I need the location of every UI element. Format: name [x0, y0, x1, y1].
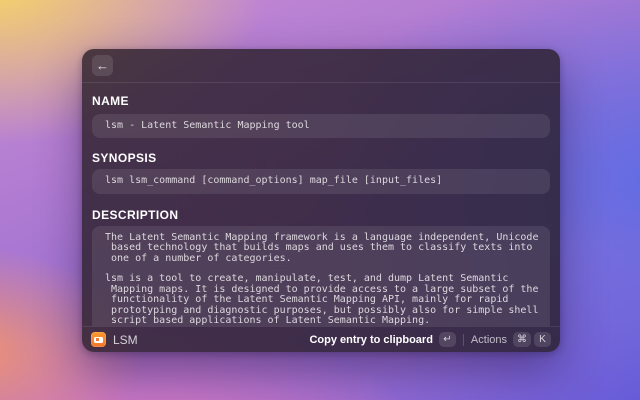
section-heading-name: NAME	[92, 94, 550, 108]
k-key-badge: K	[534, 332, 551, 347]
desktop-background: { "window": { "back_icon": "←", "section…	[0, 0, 640, 400]
back-button[interactable]: ←	[92, 55, 113, 76]
man-page-glyph-icon	[94, 337, 103, 343]
enter-key-badge: ↵	[439, 332, 456, 347]
section-heading-description: DESCRIPTION	[92, 208, 550, 222]
code-block-synopsis: lsm lsm_command [command_options] map_fi…	[92, 169, 550, 193]
copy-entry-button[interactable]: Copy entry to clipboard ↵	[309, 332, 455, 347]
code-block-name: lsm - Latent Semantic Mapping tool	[92, 114, 550, 138]
footer-divider	[463, 334, 464, 346]
actions-shortcut: ⌘ K	[513, 332, 551, 347]
actions-label: Actions	[471, 334, 507, 346]
window-footer: LSM Copy entry to clipboard ↵ Actions ⌘ …	[82, 326, 560, 352]
command-key-badge: ⌘	[513, 332, 531, 347]
footer-actions: Copy entry to clipboard ↵ Actions ⌘ K	[309, 332, 551, 347]
actions-button[interactable]: Actions ⌘ K	[471, 332, 551, 347]
lsm-app-icon	[91, 332, 106, 347]
window-header: ←	[82, 49, 560, 83]
man-page-viewer-window: ← NAME lsm - Latent Semantic Mapping too…	[82, 49, 560, 352]
code-block-description: The Latent Semantic Mapping framework is…	[92, 226, 550, 326]
section-heading-synopsis: SYNOPSIS	[92, 151, 550, 165]
footer-app-title: LSM	[113, 333, 138, 347]
back-arrow-icon: ←	[96, 59, 109, 72]
footer-app-info: LSM	[91, 332, 138, 347]
copy-entry-label: Copy entry to clipboard	[309, 334, 432, 346]
man-page-content: NAME lsm - Latent Semantic Mapping tool …	[82, 83, 560, 326]
